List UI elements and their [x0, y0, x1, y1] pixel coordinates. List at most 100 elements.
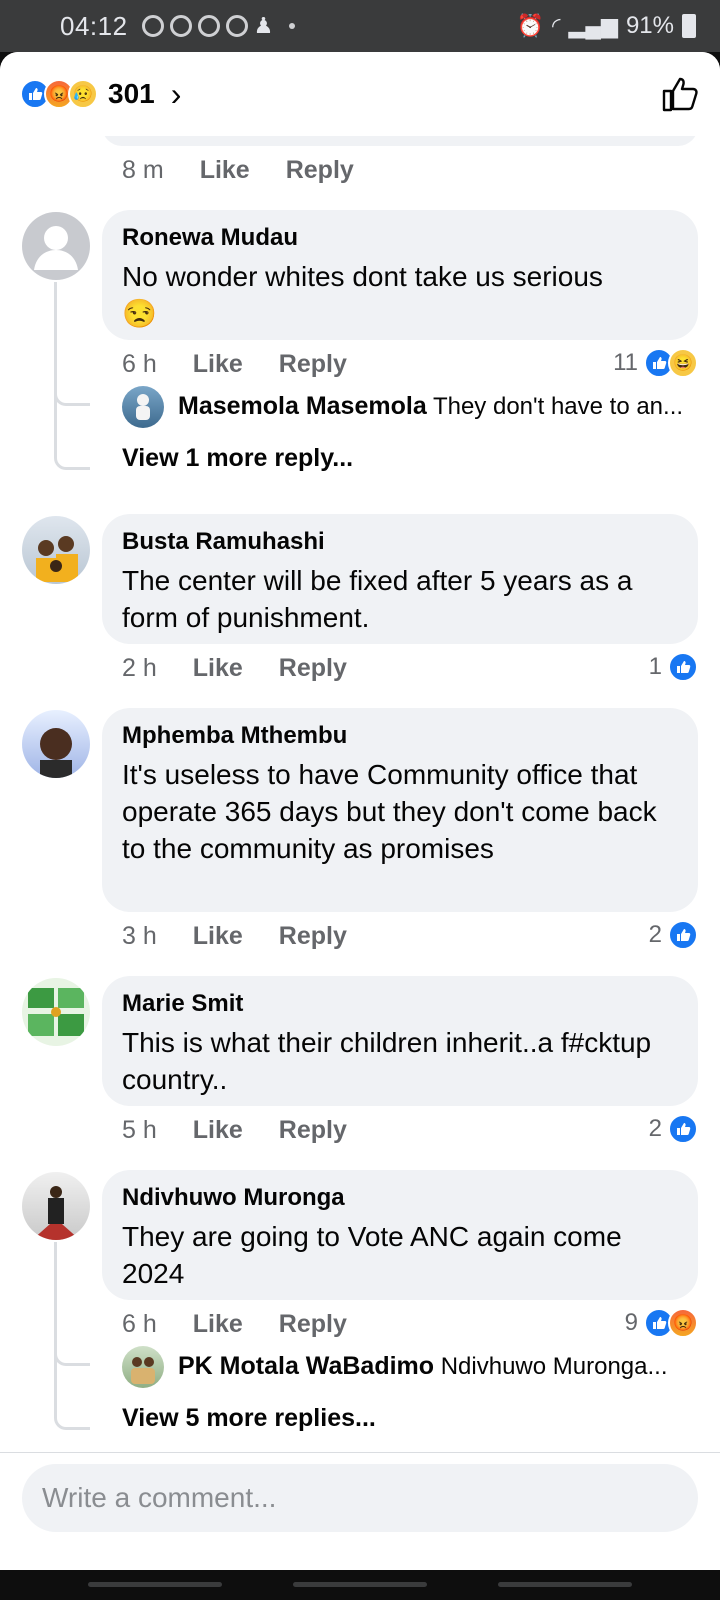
like-button[interactable]: Like	[193, 1310, 243, 1339]
like-button[interactable]: Like	[193, 922, 243, 951]
angry-reaction-icon: 😡	[668, 1308, 698, 1338]
reaction-count: 11	[613, 349, 638, 376]
comment-text: They are going to Vote ANC again come 20…	[122, 1221, 622, 1289]
signal-icon: ▂▄▆	[568, 13, 618, 38]
comment-emoji: 😒	[122, 298, 157, 329]
like-button[interactable]: Like	[200, 156, 250, 185]
comment-time: 6 h	[122, 1310, 157, 1338]
reply-avatar[interactable]	[122, 386, 164, 428]
haha-reaction-icon: 😆	[668, 348, 698, 378]
comment-reactions[interactable]: 2	[649, 920, 698, 950]
commenter-name[interactable]: Busta Ramuhashi	[122, 528, 678, 556]
comment-text: It's useless to have Community office th…	[122, 759, 657, 864]
battery-icon	[682, 14, 696, 38]
commenter-name[interactable]: Marie Smit	[122, 990, 678, 1018]
comment-bubble: Busta Ramuhashi The center will be fixed…	[102, 514, 698, 644]
reaction-count: 301	[108, 78, 155, 109]
comment-bubble: Ndivhuwo Muronga They are going to Vote …	[102, 1170, 698, 1300]
status-bar: 04:12 ♟ ⏰ ◜ ▂▄▆ 91%	[0, 0, 720, 52]
reaction-count: 2	[648, 1115, 662, 1142]
recent-apps-button[interactable]	[88, 1582, 222, 1587]
avatar[interactable]	[22, 212, 90, 280]
reply-author: Masemola Masemola	[178, 392, 427, 420]
comment-text: This is what their children inherit..a f…	[122, 1027, 652, 1095]
comment-time: 5 h	[122, 1116, 157, 1144]
comment-input[interactable]: Write a comment...	[22, 1464, 698, 1532]
avatar[interactable]	[22, 516, 90, 584]
reply-preview[interactable]: PK Motala WaBadimo Ndivhuwo Muronga...	[178, 1352, 698, 1381]
alarm-icon: ⏰	[516, 13, 544, 38]
comment-time: 3 h	[122, 922, 157, 950]
view-more-replies-button[interactable]: View 5 more replies...	[122, 1404, 376, 1433]
like-reaction-icon	[668, 1114, 698, 1144]
comment-bubble: Marie Smit This is what their children i…	[102, 976, 698, 1106]
wifi-icon: ◜	[551, 13, 561, 38]
comment-text: The center will be fixed after 5 years a…	[122, 565, 633, 633]
avatar[interactable]	[22, 1172, 90, 1240]
reply-button[interactable]: Reply	[279, 1116, 347, 1145]
comment-actions: 6 h Like Reply	[122, 350, 347, 379]
reply-button[interactable]: Reply	[279, 1310, 347, 1339]
reactions-header: 😡 😥 301 ›	[0, 52, 720, 136]
comment-actions: 2 h Like Reply	[122, 654, 347, 683]
reply-snippet: Ndivhuwo Muronga...	[440, 1353, 668, 1380]
reply-button[interactable]: Reply	[286, 156, 354, 185]
view-more-replies-button[interactable]: View 1 more reply...	[122, 444, 353, 473]
reply-preview[interactable]: Masemola Masemola They don't have to an.…	[178, 392, 698, 421]
comment-actions: 6 h Like Reply	[122, 1310, 347, 1339]
sad-reaction-icon: 😥	[68, 79, 98, 109]
comment-reactions[interactable]: 11 😆	[613, 348, 698, 378]
reaction-count: 1	[648, 653, 662, 680]
comment-bubble: Ronewa Mudau No wonder whites dont take …	[102, 210, 698, 340]
reaction-summary[interactable]: 😡 😥 301 ›	[20, 76, 181, 113]
app-notification-icon: ♟	[253, 13, 274, 38]
more-notifications-dot	[289, 23, 296, 29]
reply-avatar[interactable]	[122, 1346, 164, 1388]
comment-list: 8 m Like Reply Ronewa Mudau No wonder wh…	[0, 136, 720, 1531]
avatar[interactable]	[22, 710, 90, 778]
status-time: 04:12	[60, 10, 128, 41]
notification-icon	[169, 15, 192, 37]
back-button[interactable]	[498, 1582, 632, 1587]
previous-comment-bubble	[102, 136, 698, 146]
comment-bubble: Mphemba Mthembu It's useless to have Com…	[102, 708, 698, 912]
comment-time: 8 m	[122, 156, 164, 184]
thread-line	[54, 282, 90, 470]
reaction-count: 2	[648, 921, 662, 948]
reaction-count: 9	[624, 1309, 638, 1336]
home-button[interactable]	[293, 1582, 427, 1587]
chevron-right-icon[interactable]: ›	[171, 76, 182, 113]
thread-line	[54, 1242, 90, 1430]
notification-icons: ♟	[141, 13, 296, 39]
composer-divider	[0, 1452, 720, 1453]
commenter-name[interactable]: Ndivhuwo Muronga	[122, 1184, 678, 1212]
like-button[interactable]: Like	[193, 654, 243, 683]
reply-button[interactable]: Reply	[279, 350, 347, 379]
like-button[interactable]: Like	[193, 1116, 243, 1145]
reply-button[interactable]: Reply	[279, 922, 347, 951]
comment-reactions[interactable]: 1	[649, 652, 698, 682]
comment-actions: 3 h Like Reply	[122, 922, 347, 951]
like-reaction-icon	[668, 652, 698, 682]
notification-icon	[141, 15, 164, 37]
reply-button[interactable]: Reply	[279, 654, 347, 683]
comments-sheet: 😡 😥 301 › 8 m Like Reply Ronewa Mudau No…	[0, 52, 720, 1570]
like-post-button[interactable]	[660, 74, 700, 114]
notification-icon	[225, 15, 248, 37]
commenter-name[interactable]: Ronewa Mudau	[122, 224, 678, 252]
system-navigation-bar	[0, 1570, 720, 1600]
comment-reactions[interactable]: 9 😡	[625, 1308, 698, 1338]
comment-actions: 5 h Like Reply	[122, 1116, 347, 1145]
comment-input-placeholder: Write a comment...	[42, 1482, 277, 1513]
like-button[interactable]: Like	[193, 350, 243, 379]
comment-reactions[interactable]: 2	[649, 1114, 698, 1144]
avatar[interactable]	[22, 978, 90, 1046]
reply-author: PK Motala WaBadimo	[178, 1352, 435, 1380]
comment-time: 2 h	[122, 654, 157, 682]
comment-time: 6 h	[122, 350, 157, 378]
reply-snippet: They don't have to an...	[432, 393, 684, 420]
commenter-name[interactable]: Mphemba Mthembu	[122, 722, 678, 750]
previous-comment-actions: 8 m Like Reply	[122, 156, 354, 185]
notification-icon	[197, 15, 220, 37]
like-reaction-icon	[668, 920, 698, 950]
